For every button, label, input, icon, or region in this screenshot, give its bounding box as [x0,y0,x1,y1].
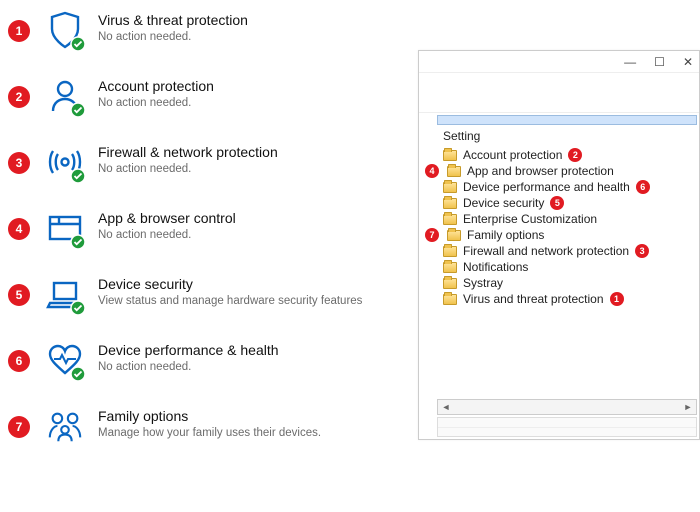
status-check-icon [70,168,86,184]
status-check-icon [70,234,86,250]
annotation-badge: 6 [8,350,30,372]
tree-item-virus[interactable]: Virus and threat protection 1 [437,291,697,307]
group-policy-window: — ☐ ✕ Setting Account protection 2 4 App… [418,50,700,440]
annotation-badge: 4 [8,218,30,240]
folder-icon [443,246,457,257]
annotation-badge: 3 [635,244,649,258]
tree-item-label: Virus and threat protection [463,292,604,306]
security-item-account[interactable]: 2 Account protection No action needed. [0,76,410,116]
security-item-title: Account protection [98,78,214,94]
folder-icon [443,182,457,193]
security-item-title: Family options [98,408,321,424]
folder-icon [443,198,457,209]
folder-icon [447,166,461,177]
annotation-badge: 7 [425,228,439,242]
tree-item-enterprise[interactable]: Enterprise Customization [437,211,697,227]
tree-item-label: Systray [463,276,503,290]
tree-item-label: Account protection [463,148,562,162]
security-item-subtitle: Manage how your family uses their device… [98,427,321,439]
heart-health-icon [46,340,84,380]
annotation-badge: 6 [636,180,650,194]
scroll-left-icon[interactable]: ◄ [438,400,454,414]
shield-icon [46,10,84,50]
security-item-family[interactable]: 7 Family options Manage how your family … [0,406,410,446]
security-item-subtitle: View status and manage hardware security… [98,295,362,307]
status-check-icon [70,102,86,118]
tree-item-notifications[interactable]: Notifications [437,259,697,275]
annotation-badge: 4 [425,164,439,178]
tree-item-device-performance[interactable]: Device performance and health 6 [437,179,697,195]
browser-icon [46,208,84,248]
status-check-icon [70,300,86,316]
window-menu-area [419,73,699,113]
window-maximize-button[interactable]: ☐ [654,55,665,69]
status-check-icon [70,366,86,382]
account-icon [46,76,84,116]
security-item-title: Virus & threat protection [98,12,248,28]
scroll-right-icon[interactable]: ► [680,400,696,414]
security-item-subtitle: No action needed. [98,229,236,241]
security-item-subtitle: No action needed. [98,97,214,109]
annotation-badge: 5 [550,196,564,210]
folder-icon [443,262,457,273]
family-icon [46,406,84,446]
security-item-subtitle: No action needed. [98,361,279,373]
security-item-title: Firewall & network protection [98,144,278,160]
horizontal-scrollbar[interactable]: ◄ ► [437,399,697,415]
tree-item-label: Family options [467,228,544,242]
annotation-badge: 2 [568,148,582,162]
window-minimize-button[interactable]: — [624,55,636,69]
security-item-device-security[interactable]: 5 Device security View status and manage… [0,274,410,314]
tree-item-label: Notifications [463,260,528,274]
tree-item-family[interactable]: 7 Family options [437,227,697,243]
security-item-title: Device performance & health [98,342,279,358]
security-item-app-browser[interactable]: 4 App & browser control No action needed… [0,208,410,248]
folder-icon [443,214,457,225]
firewall-icon [46,142,84,182]
window-close-button[interactable]: ✕ [683,55,693,69]
status-check-icon [70,36,86,52]
column-header-setting[interactable]: Setting [437,127,697,145]
tree-item-label: Device security [463,196,544,210]
security-item-subtitle: No action needed. [98,31,248,43]
tree-item-app-browser[interactable]: 4 App and browser protection [437,163,697,179]
folder-icon [443,278,457,289]
annotation-badge: 2 [8,86,30,108]
security-item-title: App & browser control [98,210,236,226]
tree-item-label: Firewall and network protection [463,244,629,258]
annotation-badge: 3 [8,152,30,174]
security-item-performance[interactable]: 6 Device performance & health No action … [0,340,410,380]
annotation-badge: 1 [8,20,30,42]
annotation-badge: 7 [8,416,30,438]
tree-item-firewall[interactable]: Firewall and network protection 3 [437,243,697,259]
annotation-badge: 5 [8,284,30,306]
tree-item-systray[interactable]: Systray [437,275,697,291]
annotation-badge: 1 [610,292,624,306]
folder-icon [443,294,457,305]
window-titlebar: — ☐ ✕ [419,51,699,73]
tree-item-device-security[interactable]: Device security 5 [437,195,697,211]
tree-item-account-protection[interactable]: Account protection 2 [437,147,697,163]
tree-item-label: Device performance and health [463,180,630,194]
status-grid [437,417,697,437]
panel-header-bar [437,115,697,125]
windows-security-panel: 1 Virus & threat protection No action ne… [0,0,410,512]
tree-item-label: Enterprise Customization [463,212,597,226]
laptop-icon [46,274,84,314]
security-item-virus[interactable]: 1 Virus & threat protection No action ne… [0,10,410,50]
folder-icon [443,150,457,161]
security-item-subtitle: No action needed. [98,163,278,175]
security-item-firewall[interactable]: 3 Firewall & network protection No actio… [0,142,410,182]
tree-item-label: App and browser protection [467,164,614,178]
security-item-title: Device security [98,276,362,292]
settings-tree: Account protection 2 4 App and browser p… [437,145,697,309]
folder-icon [447,230,461,241]
